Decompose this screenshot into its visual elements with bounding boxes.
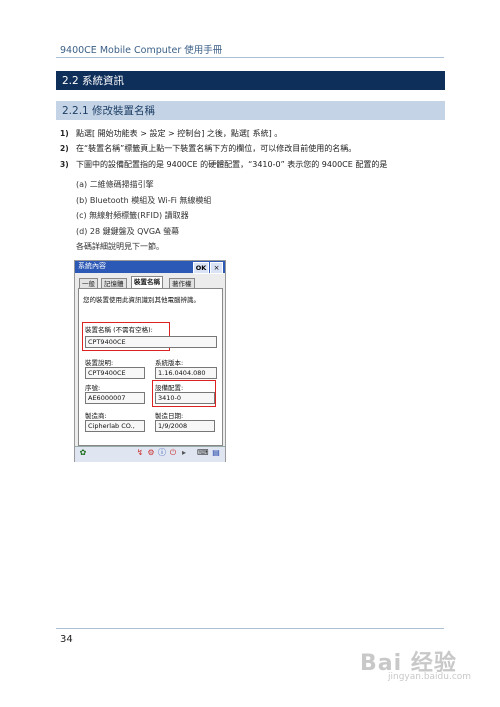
info-icon[interactable]: ⓘ	[157, 448, 167, 458]
device-name-field[interactable]: CPT9400CE	[85, 336, 217, 348]
step-number: 2)	[60, 144, 69, 153]
config-item: (b) Bluetooth 模組及 Wi-Fi 無線模組	[76, 196, 212, 205]
window-title: 系統內容	[78, 262, 106, 270]
page-number: 34	[60, 634, 73, 645]
step-number: 1)	[60, 129, 69, 138]
config-field: 3410-0	[155, 392, 215, 404]
step-text: 下圖中的設備配置指的是 9400CE 的硬體配置，“3410-0” 表示您的 9…	[76, 160, 388, 169]
serial-field: AE6000007	[85, 392, 145, 404]
network-icon[interactable]: ↯	[135, 448, 145, 458]
config-item: (c) 無線射頻標籤(RFID) 讀取器	[76, 211, 189, 220]
arrow-icon[interactable]: ▸	[179, 448, 189, 458]
config-item: (d) 28 鍵鍵盤及 QVGA 螢幕	[76, 227, 180, 236]
close-button[interactable]: ×	[210, 262, 223, 274]
step-text: 點選[ 開始功能表 > 設定 > 控制台] 之後，點選[ 系統] 。	[76, 129, 283, 138]
footer-rule	[56, 628, 444, 629]
tab-panel: 您的裝置使用此資訊識別其他電腦辨識。 裝置名稱 (不需有空格): CPT9400…	[78, 288, 223, 446]
ok-button[interactable]: OK	[193, 262, 209, 274]
config-item: (a) 二維條碼掃描引擎	[76, 180, 154, 189]
section-title: 2.2 系統資訊	[62, 75, 125, 87]
name-label: 裝置名稱 (不需有空格):	[85, 326, 153, 334]
start-icon[interactable]: ✿	[78, 448, 88, 458]
serial-label: 序號:	[85, 384, 101, 392]
desc-field: CPT9400CE	[85, 367, 145, 379]
version-field: 1.16.0404.080	[155, 367, 217, 379]
step-number: 3)	[60, 160, 69, 169]
power-icon[interactable]: ⏻	[168, 448, 178, 458]
device-screenshot: 系統內容 OK × 一般 記憶體 裝置名稱 著作權 您的裝置使用此資訊識別其他電…	[74, 260, 226, 462]
subsection-title: 2.2.1 修改裝置名稱	[62, 105, 156, 117]
desktop-icon[interactable]: ▤	[211, 448, 221, 458]
sync-icon[interactable]: ⚙	[146, 448, 156, 458]
keyboard-icon[interactable]: ⌨	[197, 448, 209, 458]
version-label: 系統版本:	[155, 359, 184, 367]
maker-field: Cipherlab CO.,	[85, 420, 145, 432]
date-field: 1/9/2008	[155, 420, 215, 432]
config-label: 設備配置:	[155, 384, 184, 392]
header-rule	[56, 57, 444, 58]
running-header: 9400CE Mobile Computer 使用手冊	[60, 45, 223, 56]
date-label: 製造日期:	[155, 412, 184, 420]
step-text: 在“裝置名稱”標籤頁上點一下裝置名稱下方的欄位，可以修改目前使用的名稱。	[76, 144, 357, 153]
detail-note: 各碼詳細說明見下一節。	[76, 242, 164, 251]
desc-label: 裝置說明:	[85, 359, 114, 367]
intro-text: 您的裝置使用此資訊識別其他電腦辨識。	[83, 296, 200, 304]
watermark-url: jingyan.baidu.com	[388, 672, 472, 682]
maker-label: 製造商:	[85, 412, 107, 420]
